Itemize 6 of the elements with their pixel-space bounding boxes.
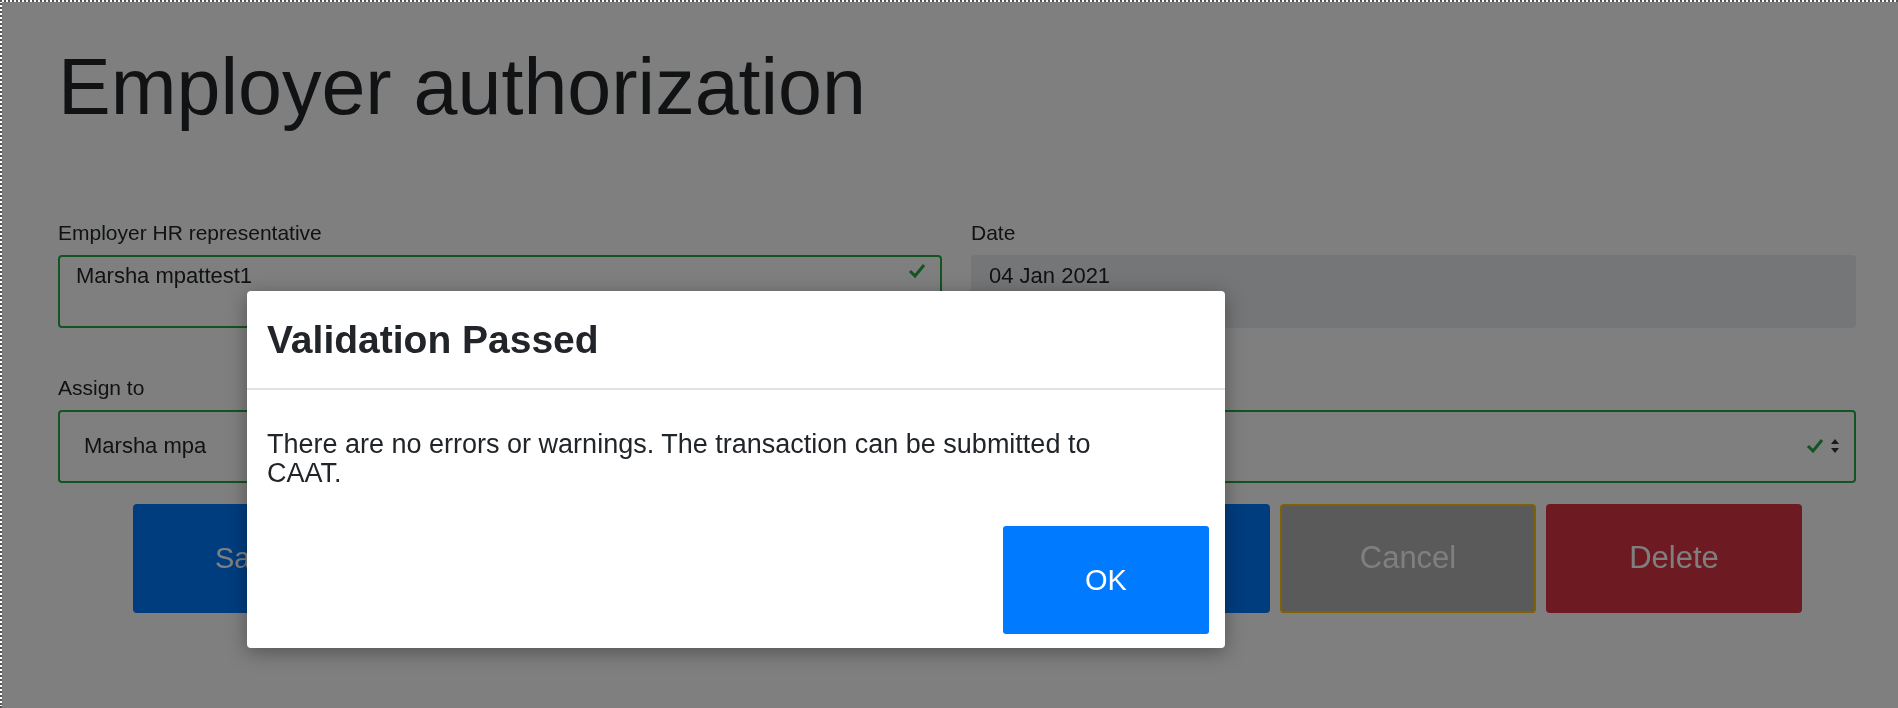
dialog-message: There are no errors or warnings. The transaction can be submitted to CAAT. [267,430,1092,488]
page-title: Employer authorization [58,41,867,133]
field-label: Assign to [58,375,146,400]
dialog-title: Validation Passed [267,317,599,362]
field-label: Employer HR representative [58,220,323,245]
field-label: Date [971,220,1017,245]
